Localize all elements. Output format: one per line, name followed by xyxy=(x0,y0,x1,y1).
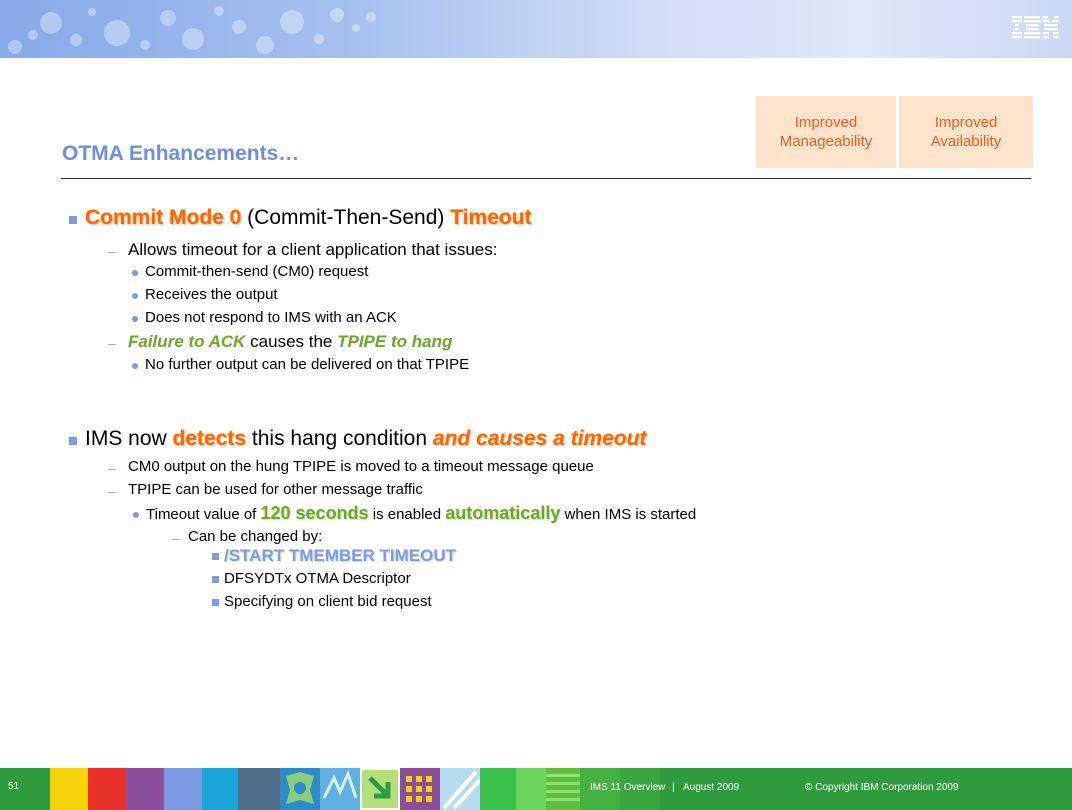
section2-heading: IMS now detects this hang condition and … xyxy=(85,427,646,451)
footer-block xyxy=(238,768,280,810)
footer-separator: | xyxy=(672,782,675,793)
section2-timeout-bullet: Timeout value of 120 seconds is enabled … xyxy=(146,503,696,524)
highlight-120-seconds: 120 seconds xyxy=(260,503,369,523)
list-item: Does not respond to IMS with an ACK xyxy=(145,309,397,326)
banner-dot xyxy=(40,12,62,34)
section2-sub2: TPIPE can be used for other message traf… xyxy=(128,481,423,498)
highlight-causes-timeout: and causes a timeout xyxy=(432,427,647,450)
footer-block xyxy=(320,768,360,810)
dash-bullet-icon: – xyxy=(108,460,116,476)
banner-dot xyxy=(28,30,38,40)
tag-label-line: Availability xyxy=(930,133,1002,150)
banner-dot xyxy=(182,28,204,50)
banner-dot xyxy=(160,10,176,26)
section1-heading: Commit Mode 0 (Commit-Then-Send) Timeout xyxy=(85,206,532,230)
dot-bullet-icon xyxy=(132,363,138,369)
heading-text: (Commit-Then-Send) xyxy=(241,206,451,229)
footer-block xyxy=(480,768,516,810)
square-bullet-icon xyxy=(212,599,219,606)
bullet-text: when IMS is started xyxy=(560,506,697,523)
banner-dot xyxy=(104,20,130,46)
option-client-bid: Specifying on client bid request xyxy=(224,593,432,610)
page-number: 51 xyxy=(8,781,20,792)
sub2-text: causes the xyxy=(245,332,338,351)
banner-dot xyxy=(256,36,274,54)
footer-block xyxy=(88,768,126,810)
dash-bullet-icon: – xyxy=(108,243,116,259)
square-bullet-icon xyxy=(212,553,219,560)
dash-bullet-icon: – xyxy=(108,335,116,351)
dot-bullet-icon xyxy=(132,270,138,276)
heading-text: this hang condition xyxy=(246,427,433,450)
highlight-tpipe-hang: TPIPE to hang xyxy=(337,332,453,351)
footer-block xyxy=(400,768,440,810)
dot-bullet-icon xyxy=(132,293,138,299)
banner-dot xyxy=(214,6,224,16)
footer-date: August 2009 xyxy=(683,782,740,793)
stripes-icon xyxy=(546,774,580,801)
square-bullet-icon xyxy=(69,437,77,445)
list-item: No further output can be delivered on th… xyxy=(145,356,470,373)
tag-improved-manageability: Improved Manageability xyxy=(756,96,896,168)
banner-dot xyxy=(232,20,246,34)
footer-block xyxy=(126,768,164,810)
banner-dot xyxy=(280,10,304,34)
banner-dot xyxy=(330,8,344,22)
highlight-commit-mode: Commit Mode 0 xyxy=(85,206,242,229)
dot-bullet-icon xyxy=(132,316,138,322)
section1-sub1: Allows timeout for a client application … xyxy=(128,240,498,259)
pattern-icon xyxy=(322,769,358,799)
footer-block xyxy=(360,768,400,810)
banner-dot xyxy=(70,34,82,46)
top-banner xyxy=(0,0,1072,58)
highlight-automatically: automatically xyxy=(445,503,561,523)
option-descriptor: DFSYDTx OTMA Descriptor xyxy=(224,570,411,587)
banner-dot xyxy=(366,12,376,22)
option-start-tmember: /START TMEMBER TIMEOUT xyxy=(224,546,456,565)
footer-block xyxy=(516,768,546,810)
footer-bar: 51 IMS 11 Overview | August 2009 © Copyr… xyxy=(0,768,1072,810)
footer-block xyxy=(50,768,88,810)
banner-dot xyxy=(352,24,360,32)
banner-dot xyxy=(8,40,22,54)
tag-improved-availability: Improved Availability xyxy=(899,96,1033,168)
footer-presentation: IMS 11 Overview xyxy=(590,782,666,793)
square-bullet-icon xyxy=(212,576,219,583)
dash-bullet-icon: – xyxy=(172,530,180,546)
heading-text: IMS now xyxy=(85,427,173,450)
pattern-icon xyxy=(286,772,314,804)
tag-label-line: Manageability xyxy=(779,133,873,150)
footer-copyright: © Copyright IBM Corporation 2009 xyxy=(805,782,959,793)
tag-label-line: Improved xyxy=(934,114,998,131)
banner-dot xyxy=(314,34,324,44)
dash-bullet-icon: – xyxy=(108,483,116,499)
footer-block xyxy=(440,768,482,810)
footer-block xyxy=(546,768,580,810)
highlight-detects: detects xyxy=(172,427,247,450)
bullet-text: Timeout value of xyxy=(146,506,261,523)
title-divider xyxy=(61,178,1031,179)
bullet-text: is enabled xyxy=(368,506,446,523)
banner-dot xyxy=(88,8,96,16)
square-bullet-icon xyxy=(69,216,77,224)
footer-block xyxy=(164,768,202,810)
dot-bullet-icon xyxy=(133,512,139,518)
arrow-icon xyxy=(362,770,398,808)
changed-by-label: Can be changed by: xyxy=(188,528,323,545)
highlight-timeout: Timeout xyxy=(450,206,532,229)
list-item: Commit-then-send (CM0) request xyxy=(145,263,369,280)
list-item: Receives the output xyxy=(145,286,278,303)
grid-pattern-icon xyxy=(406,776,432,802)
banner-dot xyxy=(140,40,150,50)
ibm-logo-icon xyxy=(1012,16,1059,39)
highlight-failure-to-ack: Failure to ACK xyxy=(128,332,246,351)
section1-sub2: Failure to ACK causes the TPIPE to hang xyxy=(128,332,452,352)
tag-label-line: Improved xyxy=(794,114,858,131)
slide: Improved Manageability Improved Availabi… xyxy=(0,0,1072,810)
pattern-icon xyxy=(442,770,482,810)
footer-block xyxy=(202,768,238,810)
slide-title: OTMA Enhancements… xyxy=(62,142,300,165)
footer-block xyxy=(280,768,320,810)
section2-sub1: CM0 output on the hung TPIPE is moved to… xyxy=(128,458,594,475)
